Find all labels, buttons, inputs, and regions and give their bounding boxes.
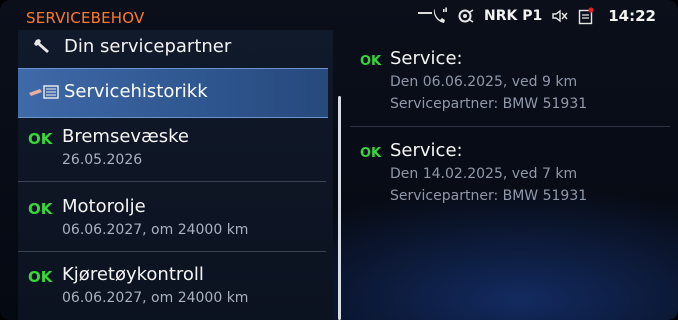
menu-item-vehicle-inspection[interactable]: OK Kjøretøykontroll 06.06.2027, om 24000… [18,258,328,320]
radio-station: NRK P1 [484,8,543,24]
service-item-due: 06.06.2027, om 24000 km [62,290,249,306]
status-bar: SERVICEBEHOV NRK P1 14:22 [0,0,678,34]
phone-signal-icon [432,7,448,25]
clock: 14:22 [608,7,656,25]
radio-source-icon [458,9,474,23]
mute-icon [552,9,568,23]
service-item-title: Bremsevæske [62,126,189,147]
menu-item-engine-oil[interactable]: OK Motorolje 06.06.2027, om 24000 km [18,190,328,252]
divider [18,251,326,252]
status-separator [418,12,432,14]
menu-item-service-history[interactable]: Servicehistorikk [18,68,328,118]
service-item-title: Motorolje [62,196,146,217]
history-entry-title: Service: [390,140,463,161]
history-entry-date: Den 06.06.2025, ved 9 km [390,74,578,90]
ok-status-badge: OK [28,130,53,148]
ok-status-badge: OK [360,146,382,161]
scrollbar[interactable] [338,96,341,320]
history-entry-partner: Servicepartner: BMW 51931 [390,188,588,204]
service-item-due: 06.06.2027, om 24000 km [62,222,249,238]
wrench-icon [34,38,52,58]
status-indicators: NRK P1 14:22 [432,7,656,25]
page-title: SERVICEBEHOV [26,9,145,27]
message-icon [578,7,594,25]
ok-status-badge: OK [28,200,53,218]
menu-item-service-partner[interactable]: Din servicepartner [18,30,328,64]
history-entry-date: Den 14.02.2025, ved 7 km [390,166,578,182]
history-entry-title: Service: [390,48,463,69]
service-item-due: 26.05.2026 [62,152,143,168]
menu-item-label: Servicehistorikk [64,81,208,102]
menu-item-brake-fluid[interactable]: OK Bremsevæske 26.05.2026 [18,120,328,182]
ok-status-badge: OK [360,54,382,69]
menu-item-label: Din servicepartner [64,36,232,57]
divider [350,126,670,127]
ok-status-badge: OK [28,268,53,286]
history-entry-partner: Servicepartner: BMW 51931 [390,96,588,112]
service-history-icon [28,84,60,104]
divider [18,181,326,182]
service-item-title: Kjøretøykontroll [62,264,204,285]
idrive-screen: SERVICEBEHOV NRK P1 14:22 Din servicepar… [0,0,678,320]
service-menu: Din servicepartner Servicehistorikk OK B… [18,30,333,320]
